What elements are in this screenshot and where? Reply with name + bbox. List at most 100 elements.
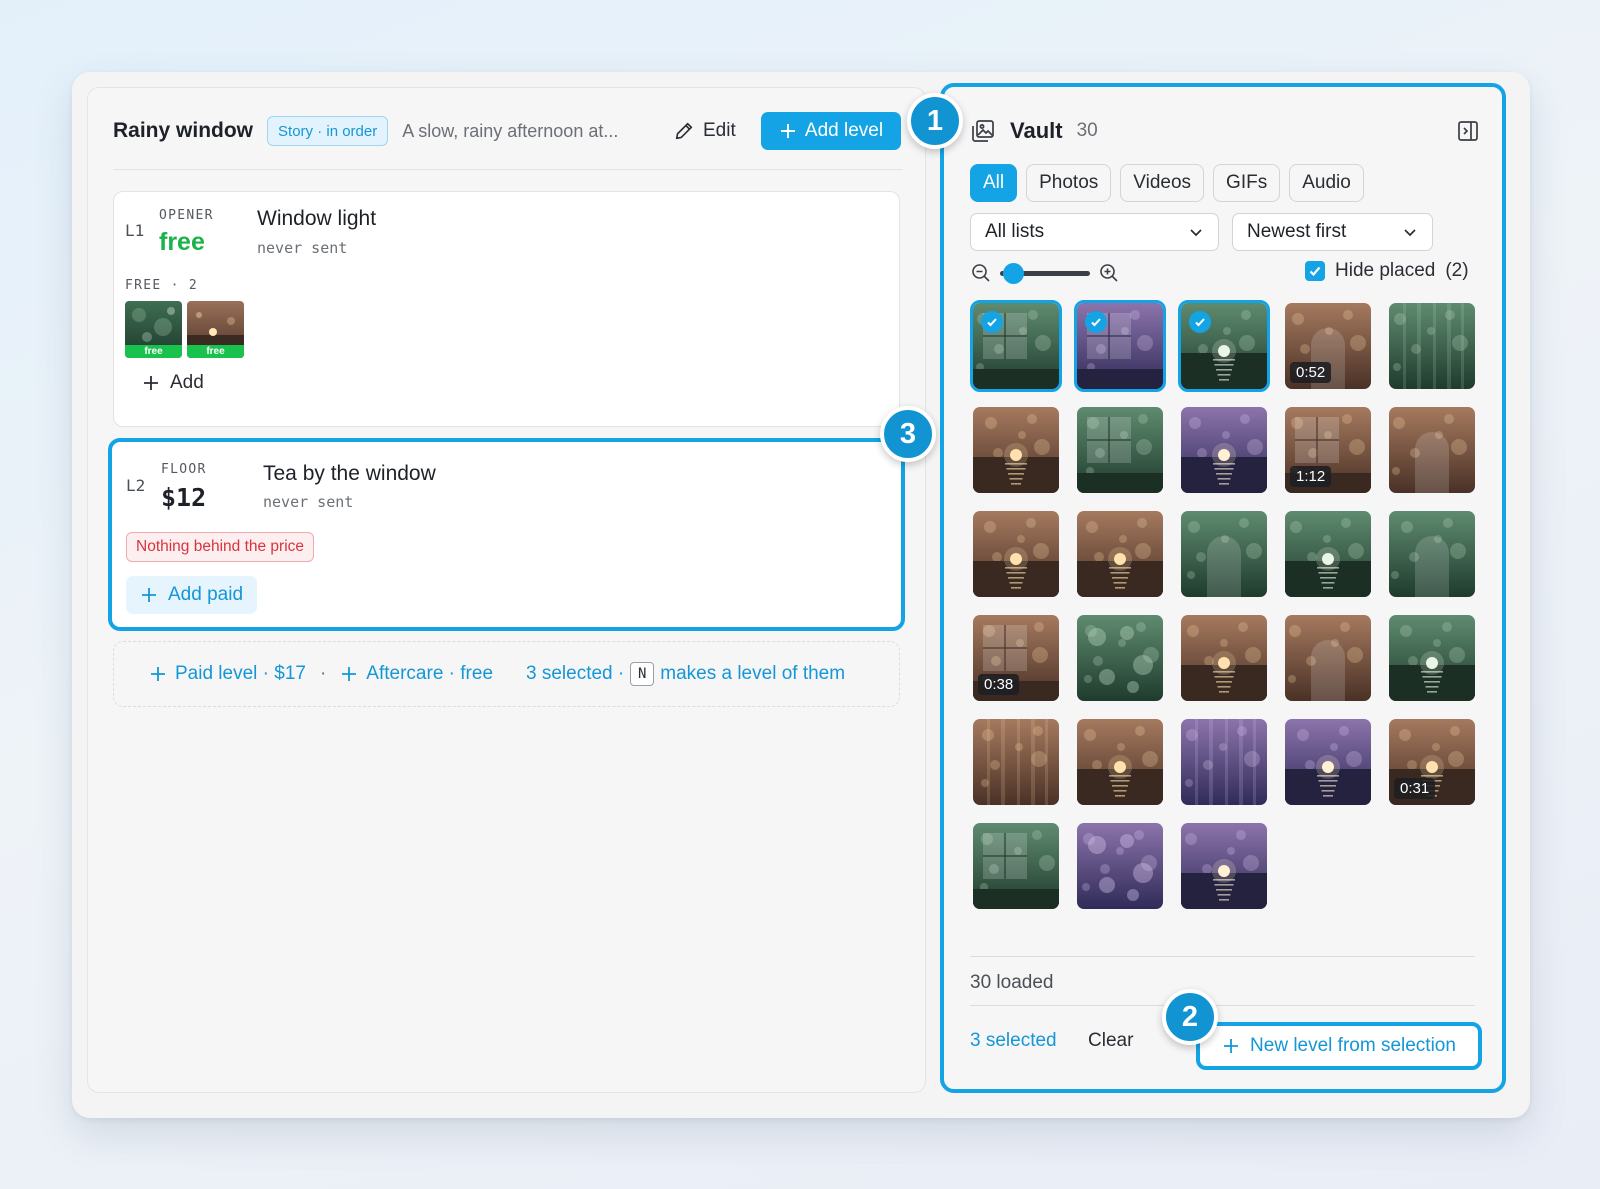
callout-marker-1: 1 bbox=[907, 93, 963, 149]
footer-divider bbox=[970, 956, 1475, 957]
level-card-l1[interactable]: L1 OPENER free Window light never sent F… bbox=[113, 191, 900, 427]
level-tag: L2 bbox=[126, 476, 146, 495]
selected-check-icon[interactable] bbox=[1085, 311, 1107, 333]
add-level-button[interactable]: Add level bbox=[761, 112, 901, 150]
level-tag: L1 bbox=[125, 221, 145, 240]
thumbnail-zoom bbox=[970, 262, 1120, 284]
level-status: never sent bbox=[263, 493, 354, 511]
vault-thumbnail[interactable] bbox=[1389, 303, 1475, 389]
plus-icon bbox=[1224, 1039, 1239, 1053]
vault-thumbnail[interactable] bbox=[1285, 615, 1371, 701]
media-library-icon bbox=[972, 120, 994, 142]
vault-thumbnail[interactable] bbox=[1389, 407, 1475, 493]
vault-thumbnail[interactable] bbox=[973, 719, 1059, 805]
add-item-button[interactable]: Add bbox=[142, 372, 204, 394]
plus-icon bbox=[142, 588, 156, 602]
vault-thumbnail[interactable] bbox=[1074, 300, 1166, 392]
level-title[interactable]: Window light bbox=[257, 207, 376, 231]
level-item-thumb[interactable]: free bbox=[125, 301, 182, 358]
shortcut-key: N bbox=[630, 662, 655, 686]
header-divider bbox=[113, 169, 903, 170]
media-type-filters: All Photos Videos GIFs Audio bbox=[970, 164, 1364, 202]
zoom-out-icon[interactable] bbox=[970, 262, 992, 284]
level-item-thumb[interactable]: free bbox=[187, 301, 244, 358]
free-tag: free bbox=[187, 345, 244, 358]
add-level-label: Add level bbox=[804, 120, 884, 141]
hide-placed-toggle[interactable]: Hide placed (2) bbox=[1305, 260, 1469, 282]
selection-hint-suffix: makes a level of them bbox=[660, 663, 846, 684]
vault-thumbnail[interactable] bbox=[1285, 719, 1371, 805]
vault-thumbnail[interactable] bbox=[970, 300, 1062, 392]
collapse-panel-icon[interactable] bbox=[1456, 119, 1480, 148]
sort-select-value: Newest first bbox=[1247, 221, 1347, 242]
selection-hint[interactable]: 3 selected · N makes a level of them bbox=[526, 662, 845, 686]
vault-thumbnail[interactable] bbox=[1181, 407, 1267, 493]
plus-icon bbox=[151, 667, 165, 681]
level-items-label: FREE · 2 bbox=[125, 278, 199, 293]
vault-thumbnail[interactable] bbox=[973, 511, 1059, 597]
vault-thumbnail[interactable] bbox=[1077, 511, 1163, 597]
vault-thumbnail[interactable] bbox=[1077, 823, 1163, 909]
vault-thumbnail[interactable] bbox=[1181, 719, 1267, 805]
vault-thumbnail[interactable] bbox=[1389, 511, 1475, 597]
level-card-l2[interactable]: L2 FLOOR $12 Tea by the window never sen… bbox=[108, 438, 905, 631]
vault-title: Vault bbox=[1010, 118, 1063, 143]
filter-all[interactable]: All bbox=[970, 164, 1018, 202]
chevron-down-icon bbox=[1190, 229, 1202, 237]
plus-icon bbox=[144, 376, 158, 390]
selected-check-icon[interactable] bbox=[1189, 311, 1211, 333]
vault-thumbnail[interactable]: 0:31 bbox=[1389, 719, 1475, 805]
story-header: Rainy window Story · in order A slow, ra… bbox=[113, 108, 903, 154]
vault-thumbnail[interactable] bbox=[1181, 511, 1267, 597]
separator: · bbox=[319, 663, 327, 684]
vault-thumbnail[interactable] bbox=[1389, 615, 1475, 701]
vault-thumbnail[interactable] bbox=[1077, 407, 1163, 493]
level-status: never sent bbox=[257, 239, 348, 257]
level-kind: OPENER bbox=[159, 208, 214, 223]
list-select[interactable]: All lists bbox=[970, 213, 1219, 251]
add-paid-button[interactable]: Add paid bbox=[126, 576, 258, 614]
vault-thumbnail[interactable] bbox=[973, 823, 1059, 909]
pencil-icon bbox=[675, 122, 693, 140]
story-title: Rainy window bbox=[113, 119, 254, 142]
level-price: $12 bbox=[161, 483, 207, 512]
vault-thumbnail[interactable]: 1:12 bbox=[1285, 407, 1371, 493]
vault-thumbnail[interactable] bbox=[1077, 719, 1163, 805]
level-title[interactable]: Tea by the window bbox=[263, 462, 436, 486]
vault-thumbnail[interactable] bbox=[1285, 511, 1371, 597]
sort-select[interactable]: Newest first bbox=[1232, 213, 1433, 251]
hide-placed-label: Hide placed bbox=[1335, 260, 1436, 281]
selected-check-icon[interactable] bbox=[981, 311, 1003, 333]
edit-button[interactable]: Edit bbox=[673, 108, 736, 154]
hide-placed-checkbox[interactable] bbox=[1305, 261, 1325, 281]
vault-thumbnail[interactable] bbox=[973, 407, 1059, 493]
zoom-slider-handle[interactable] bbox=[1003, 262, 1024, 284]
selected-count[interactable]: 3 selected bbox=[970, 1030, 1057, 1052]
filter-videos[interactable]: Videos bbox=[1120, 164, 1205, 202]
suggest-aftercare[interactable]: Aftercare · free bbox=[340, 663, 493, 685]
add-item-label: Add bbox=[170, 372, 204, 393]
vault-thumbnail[interactable]: 0:52 bbox=[1285, 303, 1371, 389]
edit-label: Edit bbox=[703, 120, 736, 141]
suggest-paid-level[interactable]: Paid level · $17 bbox=[149, 663, 306, 685]
chevron-down-icon bbox=[1404, 229, 1416, 237]
story-description: A slow, rainy afternoon at... bbox=[402, 120, 619, 141]
vault-thumbnail[interactable] bbox=[1178, 300, 1270, 392]
zoom-slider[interactable] bbox=[1000, 262, 1090, 284]
clear-selection-button[interactable]: Clear bbox=[1088, 1030, 1133, 1052]
filter-audio[interactable]: Audio bbox=[1289, 164, 1364, 202]
filter-gifs[interactable]: GIFs bbox=[1213, 164, 1281, 202]
filter-photos[interactable]: Photos bbox=[1026, 164, 1112, 202]
vault-thumbnail[interactable] bbox=[1181, 615, 1267, 701]
video-duration: 0:52 bbox=[1290, 362, 1332, 383]
check-icon bbox=[1309, 266, 1321, 277]
vault-thumbnail[interactable]: 0:38 bbox=[973, 615, 1059, 701]
zoom-in-icon[interactable] bbox=[1098, 262, 1120, 284]
suggest-aftercare-label: Aftercare · free bbox=[366, 663, 494, 684]
callout-marker-3: 3 bbox=[880, 406, 936, 462]
vault-thumbnail[interactable] bbox=[1181, 823, 1267, 909]
new-level-from-selection-button[interactable]: New level from selection bbox=[1196, 1022, 1482, 1070]
story-badge[interactable]: Story · in order bbox=[267, 116, 389, 146]
footer-divider bbox=[970, 1005, 1475, 1006]
vault-thumbnail[interactable] bbox=[1077, 615, 1163, 701]
